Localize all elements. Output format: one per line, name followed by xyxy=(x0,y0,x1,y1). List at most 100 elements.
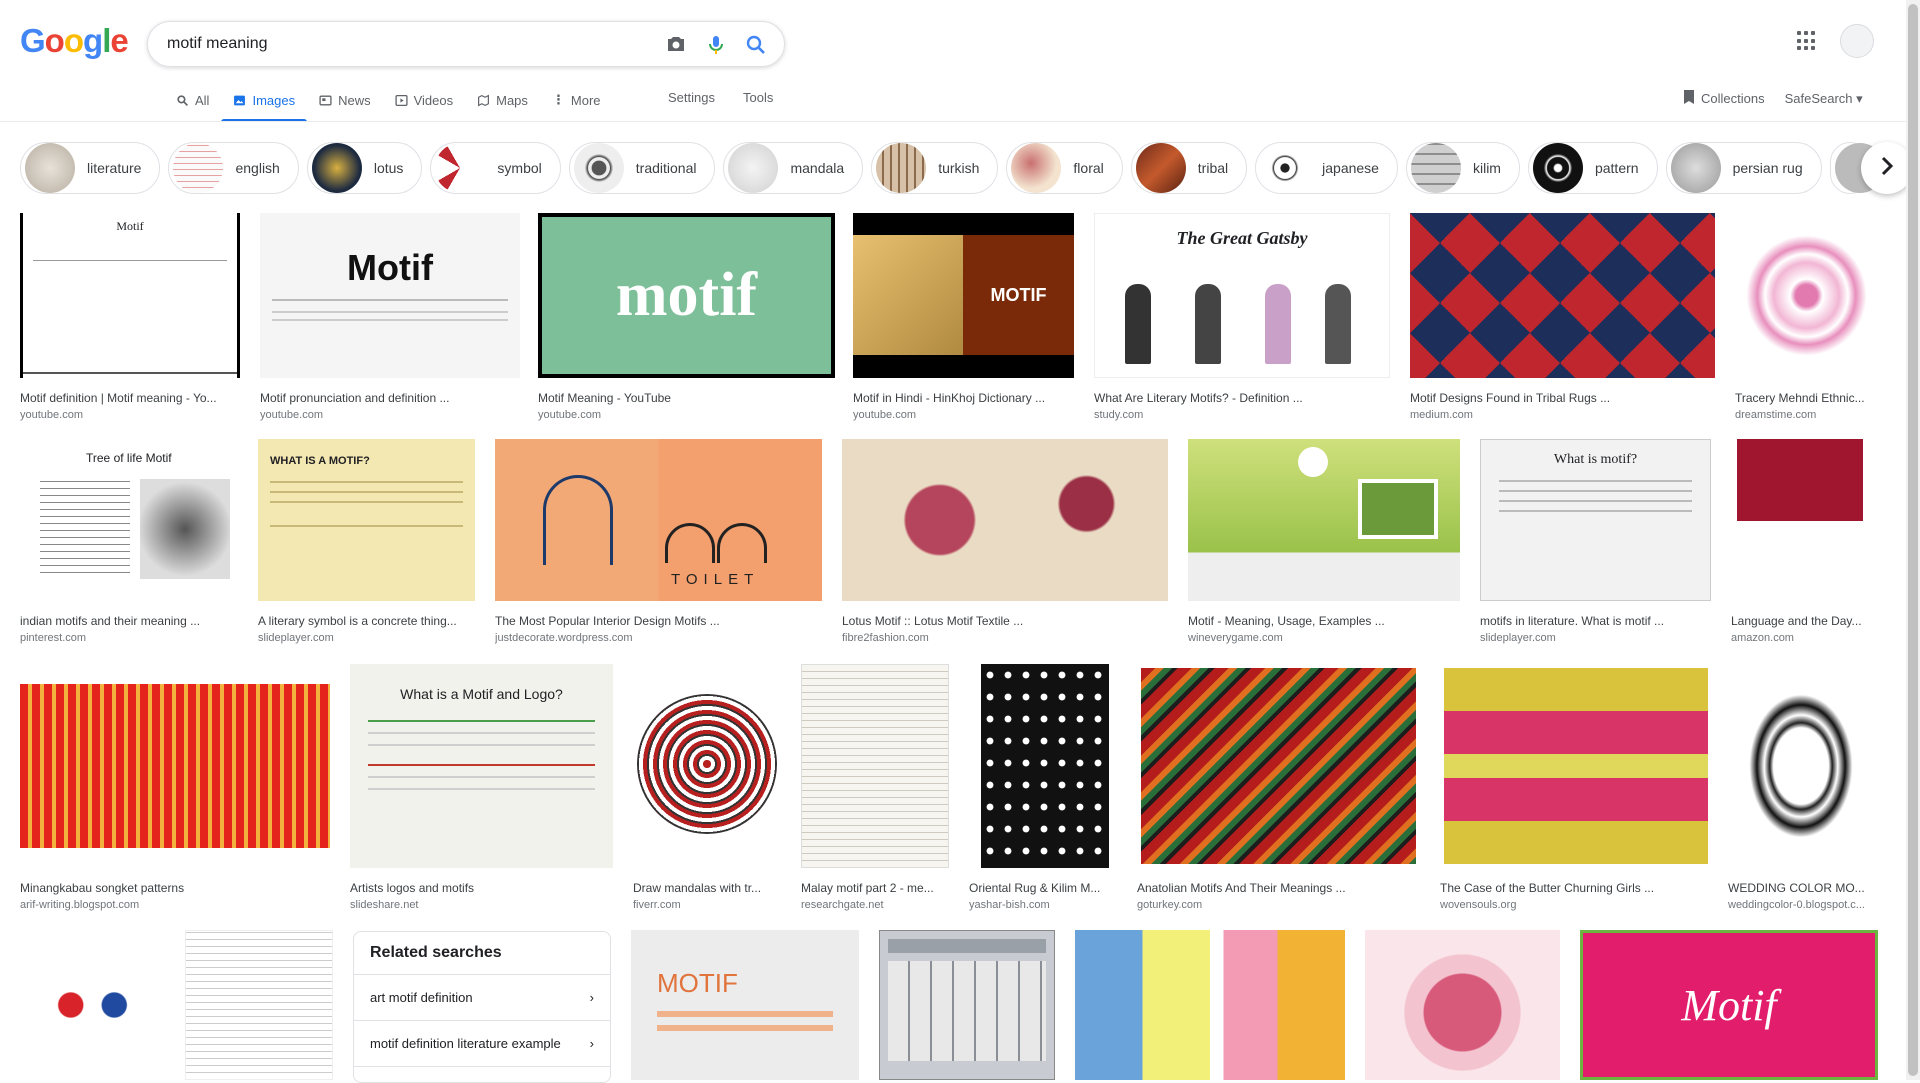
image-result[interactable]: Draw mandalas with tr... fiverr.com xyxy=(633,664,781,911)
image-result[interactable]: WEDDING COLOR MO... weddingcolor-0.blogs… xyxy=(1728,664,1878,911)
settings-link[interactable]: Settings xyxy=(668,90,715,105)
search-icon[interactable] xyxy=(744,33,768,57)
search-box[interactable]: motif meaning xyxy=(147,21,785,67)
image-result[interactable]: Anatolian Motifs And Their Meanings ... … xyxy=(1137,664,1420,911)
result-thumbnail xyxy=(1188,439,1460,601)
image-icon xyxy=(233,94,246,107)
camera-icon[interactable] xyxy=(664,33,688,57)
image-result[interactable]: Motif xyxy=(1580,930,1878,1080)
google-logo[interactable]: Google xyxy=(20,22,129,60)
image-result[interactable]: What is motif? motifs in literature. Wha… xyxy=(1480,439,1711,644)
microphone-icon[interactable] xyxy=(704,33,728,57)
result-thumbnail xyxy=(20,664,330,868)
tab-videos[interactable]: Videos xyxy=(383,88,466,122)
tools-link[interactable]: Tools xyxy=(743,90,773,105)
chip-thumbnail xyxy=(311,143,362,193)
news-icon xyxy=(319,94,332,107)
result-thumbnail xyxy=(633,664,781,868)
image-result[interactable] xyxy=(185,930,333,1080)
image-result[interactable]: Lotus Motif :: Lotus Motif Textile ... f… xyxy=(842,439,1168,644)
image-result[interactable]: Motif - Meaning, Usage, Examples ... win… xyxy=(1188,439,1460,644)
chip-tribal[interactable]: tribal xyxy=(1130,142,1248,194)
chevron-right-icon: › xyxy=(589,990,594,1005)
result-thumbnail: TOILET xyxy=(495,439,822,601)
result-thumbnail xyxy=(185,930,333,1080)
image-result[interactable]: Motif Motif definition | Motif meaning -… xyxy=(20,213,240,421)
image-result[interactable]: Oriental Rug & Kilim M... yashar-bish.co… xyxy=(969,664,1117,911)
result-thumbnail xyxy=(1728,664,1878,868)
result-thumbnail: WHAT IS A MOTIF? xyxy=(258,439,475,601)
related-search-item[interactable] xyxy=(354,1066,610,1082)
scrollbar-thumb[interactable] xyxy=(1908,4,1918,1076)
result-thumbnail: MOTIF xyxy=(853,213,1074,378)
image-result[interactable]: TOILET The Most Popular Interior Design … xyxy=(495,439,822,644)
chip-lotus[interactable]: lotus xyxy=(306,142,423,194)
chip-thumbnail xyxy=(1532,143,1583,193)
search-tabs: All Images News Videos Maps ⋮ More xyxy=(164,88,613,122)
image-result[interactable]: Motif Designs Found in Tribal Rugs ... m… xyxy=(1410,213,1715,421)
chip-thumbnail xyxy=(728,143,779,193)
image-result[interactable]: Tracery Mehndi Ethnic... dreamstime.com xyxy=(1735,213,1878,421)
result-thumbnail xyxy=(1365,930,1560,1080)
chip-pattern[interactable]: pattern xyxy=(1527,142,1658,194)
image-result[interactable] xyxy=(1075,930,1345,1080)
image-result[interactable]: WHAT IS A MOTIF? A literary symbol is a … xyxy=(258,439,475,644)
related-searches-panel: Related searches art motif definition › … xyxy=(353,931,611,1083)
google-apps-icon[interactable] xyxy=(1797,31,1817,51)
image-result[interactable]: The Case of the Butter Churning Girls ..… xyxy=(1440,664,1712,911)
image-result[interactable] xyxy=(879,930,1055,1080)
chip-japanese[interactable]: japanese xyxy=(1255,142,1398,194)
bookmark-icon xyxy=(1683,90,1695,107)
chip-thumbnail xyxy=(1260,143,1311,193)
result-thumbnail: What is a Motif and Logo? xyxy=(350,664,613,868)
tab-maps[interactable]: Maps xyxy=(465,88,540,122)
chip-symbol[interactable]: symbol xyxy=(430,142,561,194)
result-thumbnail: MOTIF xyxy=(631,930,859,1080)
safesearch-button[interactable]: SafeSearch ▾ xyxy=(1785,91,1863,107)
chevron-right-icon: › xyxy=(589,1036,594,1051)
result-thumbnail: What is motif? xyxy=(1480,439,1711,601)
image-result[interactable]: motif Motif Meaning - YouTube youtube.co… xyxy=(538,213,835,421)
chip-kilim[interactable]: kilim xyxy=(1405,142,1520,194)
chip-persian-rug[interactable]: persian rug xyxy=(1665,142,1822,194)
image-result[interactable]: Motif Motif pronunciation and definition… xyxy=(260,213,520,421)
chip-floral[interactable]: floral xyxy=(1006,142,1123,194)
tab-all[interactable]: All xyxy=(164,88,221,122)
chip-english[interactable]: english xyxy=(168,142,299,194)
chevron-right-icon xyxy=(1880,156,1894,181)
image-result[interactable]: Language and the Day... amazon.com xyxy=(1731,439,1878,644)
image-result[interactable]: What is a Motif and Logo? Artists logos … xyxy=(350,664,613,911)
chip-thumbnail xyxy=(1410,143,1461,193)
result-thumbnail: The Great Gatsby xyxy=(1094,213,1390,378)
more-vert-icon: ⋮ xyxy=(551,92,565,107)
video-icon xyxy=(395,94,408,107)
related-search-item[interactable]: art motif definition › xyxy=(354,974,610,1020)
search-icon xyxy=(176,94,189,107)
tab-images[interactable]: Images xyxy=(221,88,307,122)
image-result[interactable]: Malay motif part 2 - me... researchgate.… xyxy=(801,664,949,911)
image-result[interactable]: MOTIF xyxy=(631,930,859,1080)
avatar[interactable] xyxy=(1840,24,1874,58)
image-result[interactable] xyxy=(1365,930,1560,1080)
chip-traditional[interactable]: traditional xyxy=(568,142,716,194)
collections-link[interactable]: Collections xyxy=(1683,90,1765,107)
result-thumbnail xyxy=(842,439,1168,601)
chip-mandala[interactable]: mandala xyxy=(723,142,864,194)
chip-turkish[interactable]: turkish xyxy=(871,142,999,194)
chip-literature[interactable]: literature xyxy=(20,142,161,194)
search-input[interactable]: motif meaning xyxy=(167,35,268,53)
right-tabs: Collections SafeSearch ▾ xyxy=(1683,90,1863,107)
chip-thumbnail xyxy=(1135,143,1186,193)
chip-thumbnail xyxy=(1011,143,1062,193)
image-result[interactable]: MOTIF Motif in Hindi - HinKhoj Dictionar… xyxy=(853,213,1074,421)
image-result[interactable] xyxy=(20,930,165,1080)
result-thumbnail xyxy=(20,930,165,1080)
image-result[interactable]: Minangkabau songket patterns arif-writin… xyxy=(20,664,330,911)
map-icon xyxy=(477,94,490,107)
tab-more[interactable]: ⋮ More xyxy=(540,88,613,122)
related-search-item[interactable]: motif definition literature example › xyxy=(354,1020,610,1066)
tab-news[interactable]: News xyxy=(307,88,383,122)
result-thumbnail xyxy=(1735,213,1878,378)
image-result[interactable]: The Great Gatsby What Are Literary Motif… xyxy=(1094,213,1390,421)
image-result[interactable]: Tree of life Motif indian motifs and the… xyxy=(20,439,238,644)
